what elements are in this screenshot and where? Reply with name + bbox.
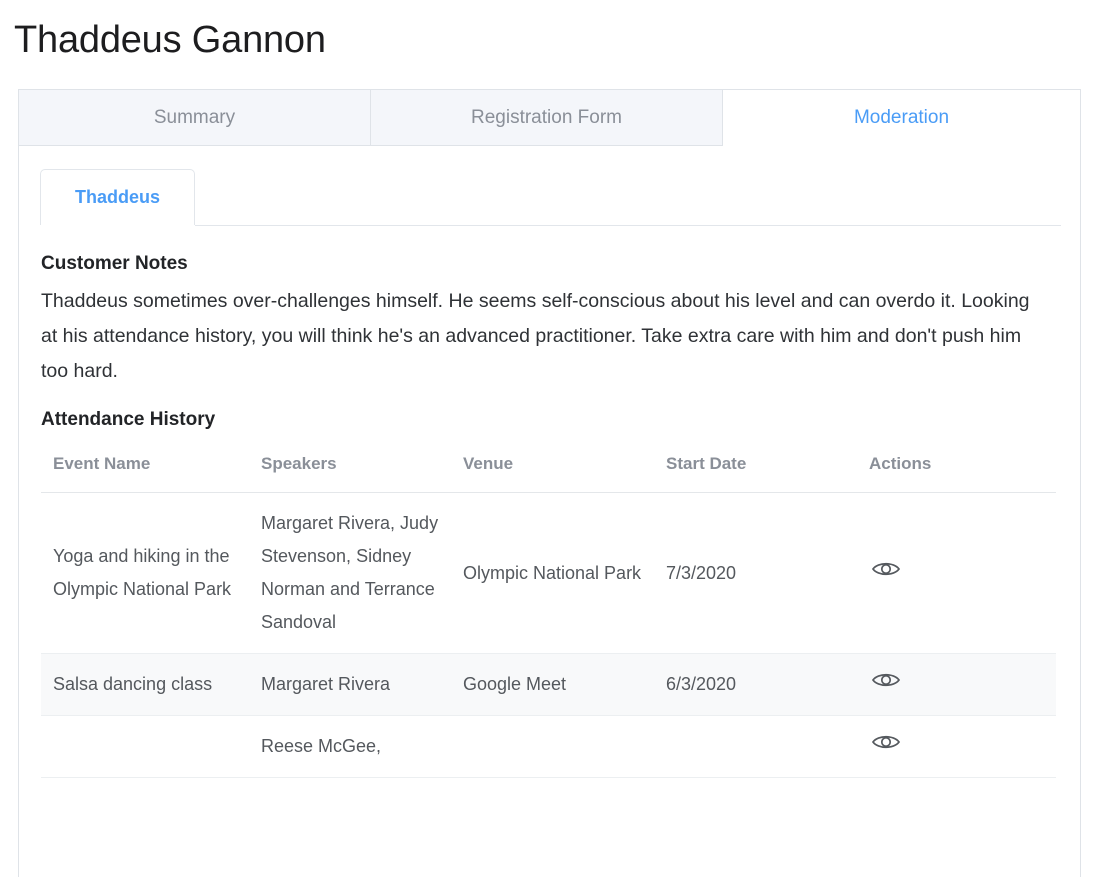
subtab-thaddeus-label: Thaddeus (75, 187, 160, 208)
view-details-button[interactable] (869, 668, 903, 692)
attendance-history-table: Event Name Speakers Venue Start Date Act… (41, 452, 1056, 778)
page-title: Thaddeus Gannon (14, 14, 326, 66)
customer-notes-text: Thaddeus sometimes over-challenges himse… (41, 284, 1051, 389)
column-header-actions: Actions (857, 452, 1056, 493)
cell-speakers: Reese McGee, (249, 716, 451, 778)
moderation-card: Summary Registration Form Moderation Tha… (18, 89, 1081, 877)
moderation-content: Customer Notes Thaddeus sometimes over-c… (19, 250, 1080, 778)
table-row: Reese McGee, (41, 716, 1056, 778)
customer-notes-heading: Customer Notes (41, 250, 1058, 278)
table-header-row: Event Name Speakers Venue Start Date Act… (41, 452, 1056, 493)
cell-venue: Olympic National Park (451, 493, 654, 654)
cell-event-name: Yoga and hiking in the Olympic National … (41, 493, 249, 654)
column-header-speakers[interactable]: Speakers (249, 452, 451, 493)
tab-summary-label: Summary (154, 107, 235, 129)
cell-actions (857, 654, 1056, 716)
cell-start-date (654, 716, 857, 778)
subtab-thaddeus[interactable]: Thaddeus (40, 169, 195, 225)
eye-icon (871, 559, 901, 579)
page-root: Thaddeus Gannon Summary Registration For… (0, 0, 1095, 877)
eye-icon (871, 670, 901, 690)
tab-bar: Summary Registration Form Moderation (19, 90, 1080, 146)
subtab-underline (195, 225, 1061, 226)
cell-actions (857, 493, 1056, 654)
tab-registration-form[interactable]: Registration Form (371, 90, 723, 146)
tab-moderation-label: Moderation (854, 107, 949, 129)
column-header-event-name[interactable]: Event Name (41, 452, 249, 493)
cell-start-date: 6/3/2020 (654, 654, 857, 716)
tab-moderation[interactable]: Moderation (723, 90, 1080, 146)
column-header-start-date[interactable]: Start Date (654, 452, 857, 493)
column-header-venue[interactable]: Venue (451, 452, 654, 493)
view-details-button[interactable] (869, 730, 903, 754)
table-row: Salsa dancing class Margaret Rivera Goog… (41, 654, 1056, 716)
cell-speakers: Margaret Rivera (249, 654, 451, 716)
attendance-history-heading: Attendance History (41, 406, 1058, 434)
cell-start-date: 7/3/2020 (654, 493, 857, 654)
table-row: Yoga and hiking in the Olympic National … (41, 493, 1056, 654)
tab-summary[interactable]: Summary (19, 90, 371, 146)
view-details-button[interactable] (869, 557, 903, 581)
cell-venue: Google Meet (451, 654, 654, 716)
eye-icon (871, 732, 901, 752)
subtab-bar: Thaddeus (40, 169, 1061, 226)
tab-registration-form-label: Registration Form (471, 107, 622, 129)
cell-event-name (41, 716, 249, 778)
cell-venue (451, 716, 654, 778)
cell-actions (857, 716, 1056, 778)
cell-speakers: Margaret Rivera, Judy Stevenson, Sidney … (249, 493, 451, 654)
cell-event-name: Salsa dancing class (41, 654, 249, 716)
